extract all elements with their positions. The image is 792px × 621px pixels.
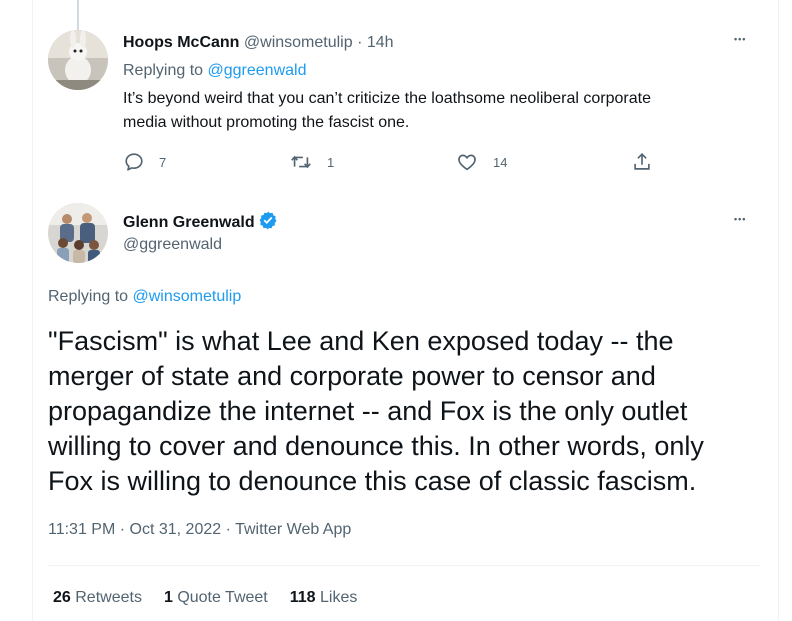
retweet-count: 1: [327, 154, 335, 170]
engagement-stats: 26 Retweets 1 Quote Tweet 118 Likes: [53, 589, 357, 607]
main-author-handle[interactable]: @ggreenwald: [123, 236, 222, 254]
thread-connector: [77, 0, 79, 30]
main-more-icon[interactable]: •••: [734, 214, 746, 224]
main-text-line: merger of state and corporate power to c…: [48, 361, 656, 391]
reply-button[interactable]: 7: [123, 151, 166, 173]
likes-stat-count: 118: [289, 589, 316, 606]
retweets-stat-label: Retweets: [75, 589, 142, 606]
reply-replying-to: Replying to @ggreenwald: [123, 62, 306, 80]
reply-text-line: media without promoting the fascist one.: [123, 114, 410, 131]
replying-prefix: Replying to: [123, 62, 208, 79]
reply-count: 7: [159, 154, 167, 170]
retweets-stat[interactable]: 26 Retweets: [53, 589, 142, 607]
retweet-button[interactable]: 1: [289, 151, 334, 173]
avatar-hoops[interactable]: [48, 30, 108, 90]
reply-icon: [125, 153, 143, 171]
retweets-stat-count: 26: [53, 589, 71, 606]
avatar-glenn[interactable]: [48, 203, 108, 263]
reply-separator: ·: [357, 34, 363, 51]
reply-text: It’s beyond weird that you can’t critici…: [123, 87, 773, 135]
main-replying-prefix: Replying to: [48, 288, 133, 305]
quotes-stat[interactable]: 1 Quote Tweet: [164, 589, 268, 607]
main-text-line: propagandize the internet -- and Fox is …: [48, 396, 688, 426]
quotes-stat-label: Quote Tweet: [177, 589, 268, 606]
replying-handle-link[interactable]: @ggreenwald: [208, 62, 307, 79]
main-text-line: willing to cover and denounce this. In o…: [48, 431, 704, 461]
reply-author[interactable]: Hoops McCann @winsometulip · 14h: [123, 34, 394, 52]
likes-stat-label: Likes: [320, 589, 358, 606]
quotes-stat-count: 1: [163, 589, 173, 606]
reply-time[interactable]: 14h: [367, 34, 394, 51]
stats-divider-top: [48, 565, 760, 566]
reply-more-icon[interactable]: •••: [734, 34, 746, 44]
share-button[interactable]: [631, 151, 653, 173]
verified-badge-icon: [259, 211, 277, 230]
main-text-line: Fox is willing to denounce this case of …: [48, 466, 697, 496]
like-icon: [458, 154, 476, 171]
tweet-timestamp[interactable]: 11:31 PM · Oct 31, 2022 · Twitter Web Ap…: [48, 521, 351, 539]
share-icon: [634, 153, 650, 170]
reply-author-handle[interactable]: @winsometulip: [244, 34, 353, 51]
like-count: 14: [493, 154, 508, 170]
retweet-icon: [291, 155, 311, 169]
main-text-line: "Fascism" is what Lee and Ken exposed to…: [48, 326, 674, 356]
main-replying-to: Replying to @winsometulip: [48, 288, 241, 306]
reply-text-line: It’s beyond weird that you can’t critici…: [123, 90, 651, 107]
main-author-name[interactable]: Glenn Greenwald: [123, 214, 255, 231]
main-replying-handle-link[interactable]: @winsometulip: [133, 288, 242, 305]
main-author-name-row[interactable]: Glenn Greenwald: [123, 210, 278, 232]
like-button[interactable]: 14: [455, 151, 507, 173]
reply-author-name[interactable]: Hoops McCann: [123, 34, 239, 51]
likes-stat[interactable]: 118 Likes: [290, 589, 358, 607]
main-tweet-text: "Fascism" is what Lee and Ken exposed to…: [48, 324, 768, 499]
